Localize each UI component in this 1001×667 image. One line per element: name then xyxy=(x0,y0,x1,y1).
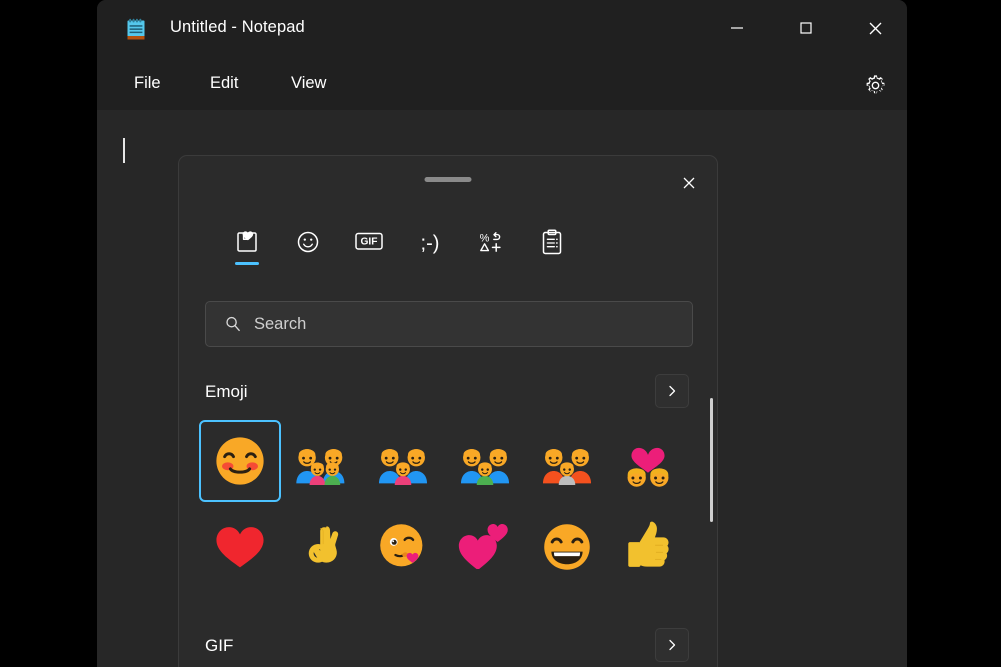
symbols-icon: % xyxy=(480,232,501,252)
maximize-button[interactable] xyxy=(783,6,829,50)
tab-clipboard-history[interactable] xyxy=(530,221,574,273)
search-icon xyxy=(224,315,242,333)
smiley-face-icon xyxy=(297,231,319,253)
chevron-right-icon xyxy=(669,385,676,397)
minimize-icon xyxy=(731,27,743,29)
family-man-woman-boy-icon xyxy=(460,448,509,486)
maximize-icon xyxy=(800,22,812,34)
close-button[interactable] xyxy=(852,6,898,50)
tab-emoji[interactable] xyxy=(286,221,330,273)
emoji-cell-red-heart[interactable] xyxy=(199,506,281,588)
panel-close-button[interactable] xyxy=(669,164,709,202)
family-man-woman-girl-icon xyxy=(379,448,428,486)
kaomoji-icon: ;-) xyxy=(421,233,440,255)
close-icon xyxy=(683,177,695,189)
emoji-cell-face-blowing-a-kiss[interactable] xyxy=(362,506,444,588)
section-expand-gif[interactable] xyxy=(655,628,689,662)
emoji-cell-thumbs-up[interactable] xyxy=(607,506,689,588)
family-man-man-boy-icon xyxy=(542,448,591,486)
family-man-woman-girl-boy-icon xyxy=(295,448,344,486)
settings-button[interactable] xyxy=(858,68,892,102)
tab-recently-used[interactable] xyxy=(225,221,269,273)
emoji-cell-family-man-woman-boy[interactable] xyxy=(444,420,526,502)
tab-gif[interactable]: GIF xyxy=(347,221,391,273)
notepad-icon xyxy=(125,18,148,42)
smiling-face-with-smiling-eyes-icon xyxy=(216,437,264,485)
title-bar[interactable]: Untitled - Notepad xyxy=(97,0,907,58)
section-title-emoji: Emoji xyxy=(205,382,248,401)
emoji-cell-ok-hand[interactable] xyxy=(281,506,363,588)
menu-item-edit[interactable]: Edit xyxy=(204,72,244,95)
drag-handle[interactable] xyxy=(424,177,472,182)
svg-text:%: % xyxy=(480,233,490,245)
menu-item-view[interactable]: View xyxy=(285,72,332,95)
emoji-row xyxy=(199,420,689,506)
search-input[interactable]: Search xyxy=(254,315,306,334)
emoji-cell-smiling-face-with-smiling-eyes[interactable] xyxy=(199,420,281,502)
tab-active-indicator xyxy=(235,261,259,265)
close-icon xyxy=(869,22,881,34)
gear-icon xyxy=(866,74,884,93)
chevron-right-icon xyxy=(669,639,676,651)
square-heart-icon xyxy=(237,231,257,252)
tab-kaomoji[interactable]: ;-) xyxy=(408,221,452,273)
search-box[interactable]: Search xyxy=(205,301,693,347)
emoji-cell-couple-with-heart-woman-woman[interactable] xyxy=(607,420,689,502)
svg-text:;-): ;-) xyxy=(421,233,440,255)
section-expand-emoji[interactable] xyxy=(655,374,689,408)
emoji-cell-family-man-woman-girl[interactable] xyxy=(362,420,444,502)
emoji-cell-family-man-woman-girl-boy[interactable] xyxy=(281,420,363,502)
face-blowing-a-kiss-icon xyxy=(380,524,423,567)
thumbs-up-icon xyxy=(628,521,669,567)
red-heart-icon xyxy=(216,527,264,568)
panel-tab-strip: GIF ;-) % xyxy=(192,221,692,276)
emoji-cell-beaming-face-with-smiling-eyes[interactable] xyxy=(526,506,608,588)
text-caret xyxy=(123,138,125,163)
emoji-grid xyxy=(199,420,689,592)
tab-symbols[interactable]: % xyxy=(469,221,513,273)
emoji-picker-panel: GIF ;-) % Search Emoji GIF xyxy=(178,155,718,667)
minimize-button[interactable] xyxy=(714,6,760,50)
window-title: Untitled - Notepad xyxy=(170,18,305,36)
emoji-cell-family-man-man-boy[interactable] xyxy=(526,420,608,502)
vertical-scrollbar[interactable] xyxy=(710,398,713,628)
menu-item-file[interactable]: File xyxy=(128,72,167,95)
couple-with-heart-woman-woman-icon xyxy=(627,447,669,487)
ok-hand-icon xyxy=(308,526,338,563)
emoji-cell-two-hearts[interactable] xyxy=(444,506,526,588)
scrollbar-thumb[interactable] xyxy=(710,398,713,522)
menu-bar: File Edit View xyxy=(97,58,907,110)
emoji-row xyxy=(199,506,689,592)
two-hearts-icon xyxy=(458,524,508,569)
gif-icon: GIF xyxy=(355,232,383,250)
svg-text:GIF: GIF xyxy=(361,237,378,248)
clipboard-icon xyxy=(542,229,562,255)
beaming-face-with-smiling-eyes-icon xyxy=(543,524,590,570)
section-title-gif: GIF xyxy=(205,636,234,655)
